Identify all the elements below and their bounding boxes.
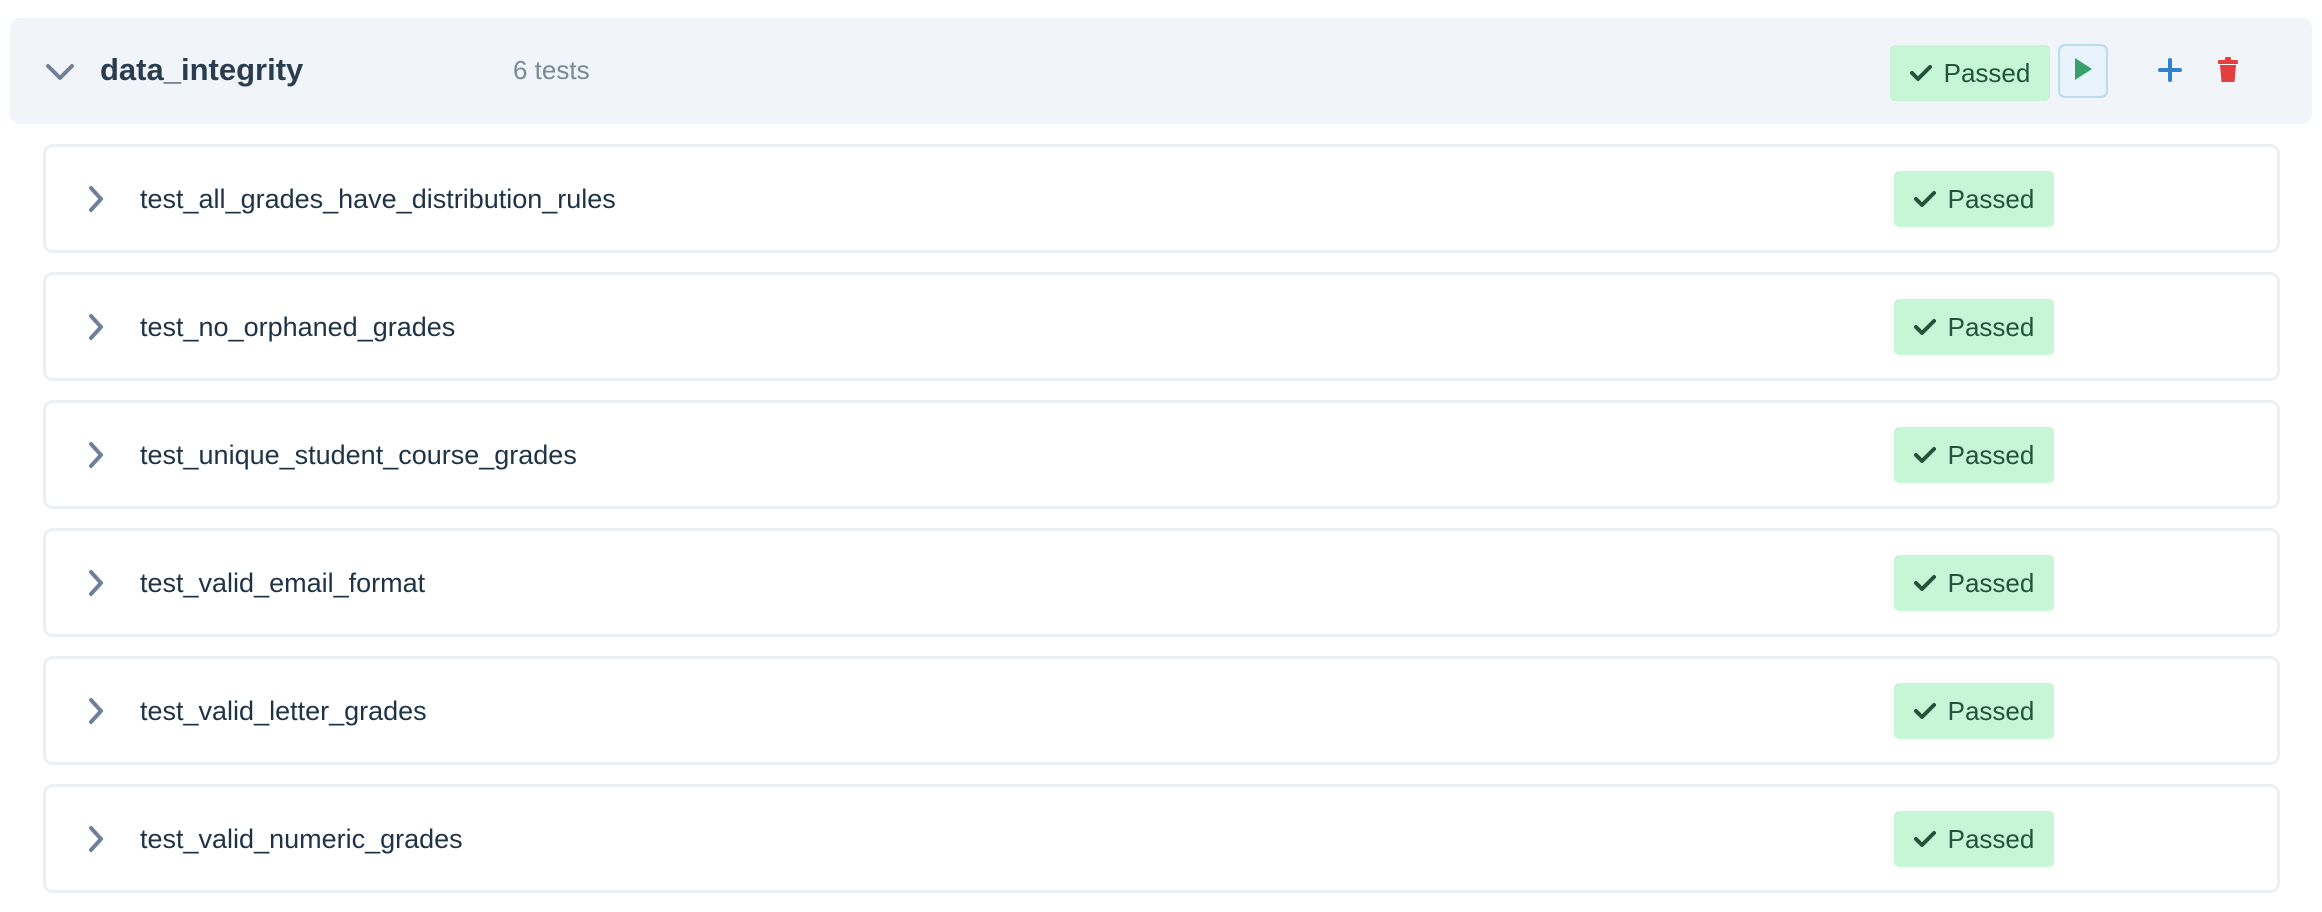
check-icon [1913,574,1936,592]
test-row[interactable]: test_valid_email_format Passed [43,528,2280,637]
status-badge: Passed [1894,555,2054,611]
status-label: Passed [1947,823,2035,854]
test-name: test_unique_student_course_grades [140,440,577,470]
status-badge: Passed [1894,683,2054,739]
chevron-right-icon[interactable] [76,691,116,731]
status-badge: Passed [1894,427,2054,483]
suite-status-badge: Passed [1890,45,2050,101]
check-icon [1913,702,1936,720]
run-button[interactable] [2058,44,2108,98]
status-label: Passed [1947,695,2035,726]
test-row[interactable]: test_valid_letter_grades Passed [43,656,2280,765]
check-icon [1913,318,1936,336]
status-badge: Passed [1894,811,2054,867]
test-name: test_all_grades_have_distribution_rules [140,184,616,214]
plus-icon [2158,57,2182,87]
test-count: 6 tests [513,55,590,85]
suite-header[interactable]: data_integrity 6 tests Passed [10,18,2312,124]
status-label: Passed [1947,439,2035,470]
status-badge: Passed [1894,171,2054,227]
test-name: test_no_orphaned_grades [140,312,456,342]
status-label: Passed [1943,57,2031,88]
play-icon [2072,56,2094,87]
status-label: Passed [1947,183,2035,214]
chevron-down-icon[interactable] [40,52,80,92]
check-icon [1909,64,1932,82]
test-name: test_valid_numeric_grades [140,824,463,854]
chevron-right-icon[interactable] [76,563,116,603]
test-row[interactable]: test_unique_student_course_grades Passed [43,400,2280,509]
suite-name: data_integrity [100,52,304,87]
test-row[interactable]: test_all_grades_have_distribution_rules … [43,144,2280,253]
test-name: test_valid_letter_grades [140,696,427,726]
status-badge: Passed [1894,299,2054,355]
status-label: Passed [1947,567,2035,598]
chevron-right-icon[interactable] [76,307,116,347]
chevron-right-icon[interactable] [76,435,116,475]
check-icon [1913,830,1936,848]
test-row[interactable]: test_valid_numeric_grades Passed [43,784,2280,893]
status-label: Passed [1947,311,2035,342]
chevron-right-icon[interactable] [76,819,116,859]
test-name: test_valid_email_format [140,568,426,598]
trash-icon [2217,56,2239,88]
delete-button[interactable] [2208,52,2248,92]
check-icon [1913,190,1936,208]
test-row[interactable]: test_no_orphaned_grades Passed [43,272,2280,381]
check-icon [1913,446,1936,464]
chevron-right-icon[interactable] [76,179,116,219]
add-button[interactable] [2150,52,2190,92]
